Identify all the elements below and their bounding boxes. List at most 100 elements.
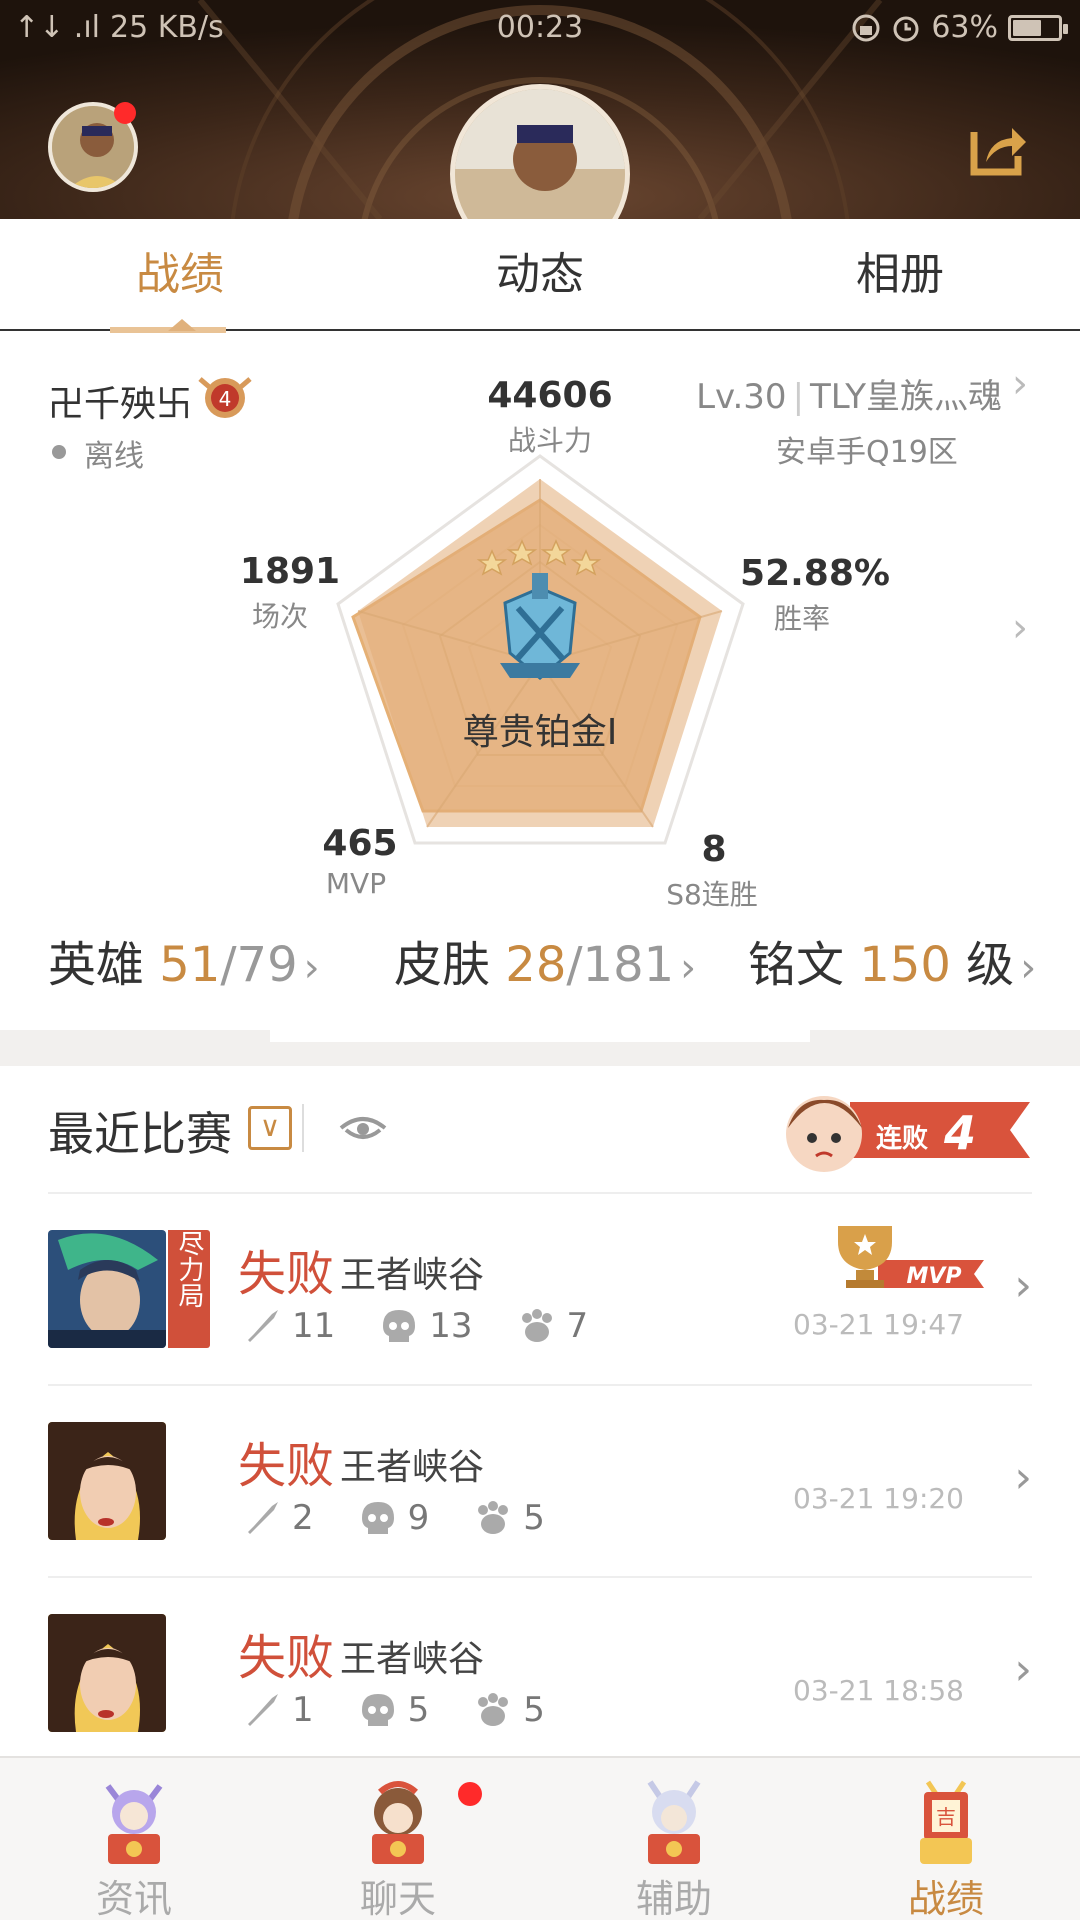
level-guild[interactable]: Lv.30 | TLY皇族灬魂	[696, 369, 1002, 418]
runes-value: 150	[859, 937, 951, 993]
sword-icon	[248, 1694, 278, 1726]
heroes-count[interactable]: 英雄 51/79 ›	[48, 925, 320, 995]
match-row[interactable]: 失败 王者峡谷 2 9 5 03-21 19:20 ›	[0, 1386, 1080, 1576]
sword-icon	[248, 1310, 278, 1342]
match-time: 03-21 19:20	[793, 1482, 964, 1515]
heroes-owned: 51	[159, 937, 221, 993]
chevron-right-icon: ›	[1020, 945, 1037, 991]
player-level: Lv.30	[696, 377, 787, 417]
skins-count[interactable]: 皮肤 28/181 ›	[394, 925, 696, 995]
tab-moments[interactable]: 动态	[360, 219, 720, 329]
match-result: 失败	[238, 1438, 335, 1494]
assists: 5	[523, 1690, 545, 1730]
match-time: 03-21 18:58	[793, 1674, 964, 1707]
skins-label: 皮肤	[394, 937, 491, 993]
match-row[interactable]: 尽力局 失败 王者峡谷 11 13 7 MVP 03-21 19:47 ›	[0, 1194, 1080, 1384]
separator: |	[792, 377, 805, 417]
guild-name: TLY皇族灬魂	[810, 377, 1002, 417]
match-mode: 王者峡谷	[340, 1639, 485, 1680]
streak-count: 4	[944, 1106, 977, 1160]
heroes-label: 英雄	[48, 937, 145, 993]
mvp-label: MVP	[906, 1264, 961, 1289]
sword-icon	[248, 1502, 278, 1534]
online-status: 离线	[84, 439, 144, 474]
streak-label: 连败	[876, 1124, 929, 1154]
mvp-value: 465	[322, 823, 398, 864]
chevron-right-icon: ›	[680, 945, 697, 991]
record-lucky-icon: 吉	[920, 1780, 972, 1864]
nav-record[interactable]: 吉 战绩	[846, 1758, 1046, 1920]
share-icon[interactable]	[968, 118, 1028, 178]
kda: 2 9 5	[242, 1498, 589, 1538]
nav-assist[interactable]: 辅助	[574, 1758, 774, 1920]
runes-unit: 级	[966, 937, 1015, 993]
deaths: 5	[407, 1690, 430, 1730]
matches-label: 场次	[251, 600, 308, 633]
notification-dot	[114, 102, 136, 124]
kills: 11	[292, 1306, 336, 1346]
rank-badge-icon: 4	[198, 377, 252, 418]
paw-icon	[478, 1693, 509, 1726]
hero-portrait	[48, 1230, 166, 1348]
chevron-right-icon[interactable]: ›	[1014, 1452, 1032, 1503]
eye-icon[interactable]	[338, 1108, 388, 1148]
power-value: 44606	[487, 375, 613, 416]
mvp-label: MVP	[325, 867, 387, 900]
tab-album[interactable]: 相册	[720, 219, 1080, 329]
match-mode: 王者峡谷	[340, 1447, 485, 1488]
offline-dot	[52, 445, 66, 459]
skull-icon	[361, 1502, 394, 1534]
nav-label: 资讯	[95, 1877, 172, 1920]
streak-value: 8	[701, 829, 727, 870]
kda: 1 5 5	[242, 1690, 589, 1730]
nav-label: 辅助	[635, 1877, 712, 1920]
collection-counts: 英雄 51/79 › 皮肤 28/181 › 铭文 150 级 ›	[0, 925, 1080, 1005]
skins-total: 181	[582, 937, 675, 993]
nav-news[interactable]: 资讯	[34, 1758, 234, 1920]
chevron-right-icon[interactable]: ›	[1012, 361, 1028, 407]
tab-indicator-arrow	[168, 319, 196, 331]
bottom-navigation: 资讯 聊天 辅助 吉 战绩	[0, 1756, 1080, 1920]
hero-portrait	[48, 1614, 166, 1732]
match-result: 失败	[238, 1246, 335, 1302]
power-label: 战斗力	[507, 424, 592, 457]
assists: 7	[566, 1306, 589, 1346]
battery-icon	[1008, 14, 1068, 41]
runes-label: 铭文	[748, 937, 845, 993]
news-mascot-icon	[105, 1784, 163, 1864]
kda: 11 13 7	[242, 1306, 632, 1346]
skull-icon	[383, 1310, 416, 1342]
winrate-label: 胜率	[773, 602, 830, 635]
chat-notification-dot	[458, 1782, 482, 1806]
nav-label: 聊天	[359, 1877, 436, 1920]
skull-icon	[361, 1694, 394, 1726]
slash: /	[566, 937, 583, 993]
skins-owned: 28	[505, 937, 567, 993]
kills: 2	[292, 1498, 314, 1538]
kills: 1	[292, 1690, 314, 1730]
best-effort-text: 尽力局	[174, 1230, 204, 1308]
recent-matches-title: 最近比赛	[48, 1107, 232, 1161]
tab-record[interactable]: 战绩	[0, 219, 360, 329]
chevron-right-icon[interactable]: ›	[1014, 1644, 1032, 1695]
paw-icon	[478, 1501, 509, 1534]
separator	[302, 1104, 304, 1152]
section-divider-notch	[270, 1030, 810, 1042]
streak-label: S8连胜	[666, 878, 758, 911]
rank-name: 尊贵铂金I	[462, 712, 618, 753]
mvp-trophy-badge: MVP	[838, 1226, 984, 1289]
profile-tabs: 战绩 动态 相册	[0, 219, 1080, 331]
deaths: 13	[429, 1306, 473, 1346]
match-row[interactable]: 失败 王者峡谷 1 5 5 03-21 18:58 ›	[0, 1578, 1080, 1768]
paw-icon	[521, 1309, 552, 1342]
runes-count[interactable]: 铭文 150 级 ›	[748, 925, 1036, 995]
chevron-right-icon: ›	[303, 945, 320, 991]
profile-header: ↑↓ .ıl 25 KB/s 00:23 63%	[0, 0, 1080, 219]
player-name: 卍千殃卐	[48, 384, 193, 425]
server-name: 安卓手Q19区	[776, 435, 958, 470]
filter-dropdown-icon[interactable]: ∨	[248, 1106, 292, 1150]
nav-label: 战绩	[907, 1877, 984, 1920]
chevron-right-icon[interactable]: ›	[1014, 1260, 1032, 1311]
deaths: 9	[407, 1498, 430, 1538]
chevron-right-icon[interactable]: ›	[1012, 605, 1028, 651]
